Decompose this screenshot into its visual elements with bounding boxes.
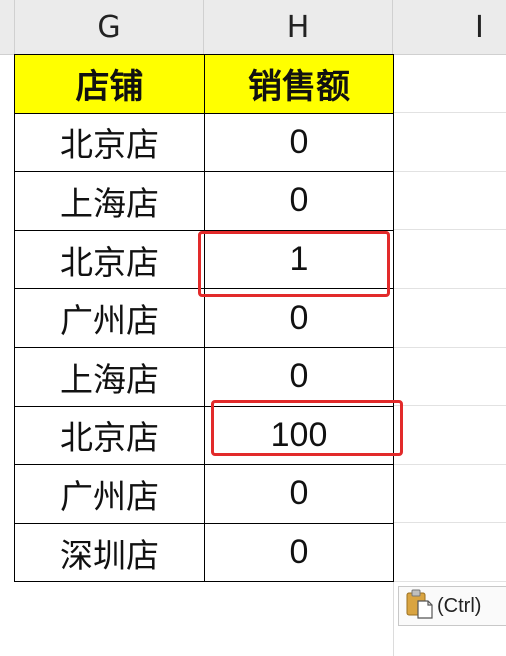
table-row: 广州店 0 [14, 464, 394, 524]
store-cell[interactable]: 上海店 [14, 171, 205, 231]
sales-cell[interactable]: 0 [204, 464, 394, 524]
table-header-row: 店铺 销售额 [14, 54, 394, 114]
gridline [393, 405, 506, 406]
gridline [393, 171, 506, 172]
store-cell[interactable]: 北京店 [14, 405, 205, 466]
store-cell[interactable]: 广州店 [14, 464, 205, 524]
table-row: 上海店 0 [14, 346, 394, 407]
header-cell-sales[interactable]: 销售额 [204, 54, 394, 114]
column-header-i[interactable]: I [393, 0, 506, 54]
store-cell[interactable]: 北京店 [14, 112, 205, 173]
table-row: 北京店 100 [14, 405, 394, 466]
sales-cell[interactable]: 0 [204, 171, 394, 231]
gridline [393, 581, 506, 582]
sales-cell[interactable]: 0 [204, 346, 394, 407]
column-header-g[interactable]: G [14, 0, 204, 54]
gridline [393, 522, 506, 523]
sales-cell[interactable]: 0 [204, 288, 394, 348]
column-header-h[interactable]: H [204, 0, 393, 54]
table-row: 上海店 0 [14, 171, 394, 231]
store-cell[interactable]: 广州店 [14, 288, 205, 348]
gridline [393, 464, 506, 465]
table-row: 北京店 1 [14, 229, 394, 290]
store-cell[interactable]: 深圳店 [14, 522, 205, 583]
clipboard-paste-icon [405, 589, 433, 623]
gridline [393, 288, 506, 289]
gridline [393, 229, 506, 230]
sales-table: 店铺 销售额 北京店 0 上海店 0 北京店 1 广州店 0 上海店 0 北京店… [14, 54, 394, 583]
column-i-cells[interactable] [393, 54, 506, 656]
paste-options-label: (Ctrl) [437, 594, 482, 617]
store-cell[interactable]: 北京店 [14, 229, 205, 290]
header-cell-store[interactable]: 店铺 [14, 54, 205, 114]
table-row: 北京店 0 [14, 112, 394, 173]
sales-cell[interactable]: 1 [204, 229, 394, 290]
store-cell[interactable]: 上海店 [14, 346, 205, 407]
table-row: 深圳店 0 [14, 522, 394, 583]
column-header-bar: G H I [0, 0, 506, 55]
sales-cell[interactable]: 100 [204, 405, 394, 466]
table-row: 广州店 0 [14, 288, 394, 348]
sales-cell[interactable]: 0 [204, 522, 394, 583]
gridline [393, 347, 506, 348]
paste-options-button[interactable]: (Ctrl) [398, 586, 506, 626]
sales-cell[interactable]: 0 [204, 112, 394, 173]
gridline [393, 112, 506, 113]
